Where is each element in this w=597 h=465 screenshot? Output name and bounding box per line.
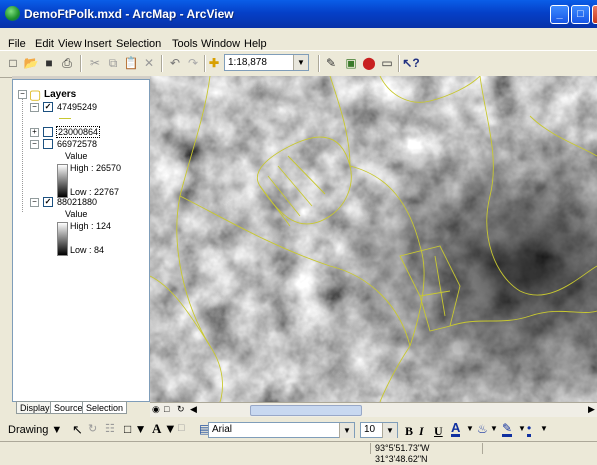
menu-file[interactable]: File: [8, 38, 26, 50]
color-ramp: [57, 164, 68, 198]
chevron-down-icon[interactable]: ▼: [339, 423, 354, 438]
undo-icon[interactable]: ↶: [166, 54, 184, 72]
editor-icon[interactable]: ✎: [322, 54, 340, 72]
data-view-icon[interactable]: ◉: [152, 404, 160, 415]
status-panel: [482, 443, 597, 454]
chevron-down-icon[interactable]: ▼: [382, 423, 397, 438]
font-name-value: Arial: [212, 424, 233, 435]
new-icon[interactable]: □: [4, 54, 22, 72]
map-horizontal-scrollbar[interactable]: ◉ □ ↻ ◀ ▶: [150, 402, 597, 417]
whats-this-icon[interactable]: ↖?: [402, 54, 420, 72]
legend-low-label: Low : 84: [70, 245, 105, 255]
font-size-value: 10: [364, 424, 376, 435]
select-elements-icon[interactable]: ↖: [72, 422, 83, 438]
layer-name-66972578[interactable]: 66972578: [57, 139, 97, 149]
drawing-label: Drawing: [8, 424, 49, 436]
callout-icon[interactable]: □: [178, 422, 185, 434]
menu-selection[interactable]: Selection: [116, 38, 161, 50]
cut-icon[interactable]: ✂: [86, 54, 104, 72]
layer-name-88021880[interactable]: 88021880: [57, 197, 97, 207]
open-icon[interactable]: 📂: [22, 54, 40, 72]
map-display[interactable]: [150, 76, 597, 402]
fill-color-icon[interactable]: ♨: [477, 422, 488, 436]
font-name-combo[interactable]: Arial ▼: [208, 422, 355, 438]
print-icon[interactable]: ⎙: [58, 54, 76, 72]
chevron-down-icon[interactable]: ▼: [293, 55, 308, 70]
arcmap-app-icon: [5, 6, 20, 21]
collapse-icon[interactable]: −: [30, 140, 39, 149]
legend-low-label: Low : 22767: [70, 187, 120, 197]
layer-name-23000864[interactable]: 23000864: [55, 126, 101, 138]
color-ramp: [57, 222, 68, 256]
chevron-down-icon[interactable]: ▼: [466, 424, 474, 433]
table-of-contents: − ▢ Layers − ✓ 47495249 + 23000864 − 669…: [12, 79, 150, 402]
underline-button[interactable]: U: [434, 424, 443, 439]
layer-checkbox-47495249[interactable]: ✓: [43, 102, 53, 112]
font-size-combo[interactable]: 10 ▼: [360, 422, 398, 438]
new-text-icon[interactable]: A ▼: [152, 421, 177, 437]
menu-help[interactable]: Help: [244, 38, 267, 50]
drawing-menu-button[interactable]: Drawing ▼: [8, 424, 62, 436]
status-bar: 93°5'51.73"W 31°3'48.62"N: [0, 441, 597, 464]
tab-display[interactable]: Display: [16, 401, 54, 414]
minimize-button[interactable]: _: [550, 5, 569, 24]
title-bar[interactable]: DemoFtPolk.mxd - ArcMap - ArcView _ □ X: [0, 0, 597, 28]
layers-folder-icon: ▢: [29, 87, 42, 102]
window-title: DemoFtPolk.mxd - ArcMap - ArcView: [24, 7, 234, 21]
status-message: [0, 443, 370, 454]
layer-checkbox-23000864[interactable]: [43, 127, 53, 137]
collapse-icon[interactable]: −: [30, 103, 39, 112]
chevron-down-icon[interactable]: ▼: [490, 424, 498, 433]
legend-high-label: High : 124: [70, 221, 112, 231]
legend-value-label: Value: [65, 151, 88, 161]
line-symbol: [59, 118, 71, 119]
bold-button[interactable]: B: [405, 424, 413, 439]
maximize-button[interactable]: □: [571, 5, 590, 24]
chevron-down-icon[interactable]: ▼: [540, 424, 548, 433]
italic-button[interactable]: I: [419, 424, 424, 439]
collapse-icon[interactable]: −: [18, 90, 27, 99]
copy-icon[interactable]: ⧉: [104, 54, 122, 72]
scroll-right-icon[interactable]: ▶: [588, 404, 595, 415]
layout-view-icon[interactable]: □: [164, 404, 169, 414]
layer-checkbox-66972578[interactable]: [43, 139, 53, 149]
font-color-icon[interactable]: A: [451, 421, 461, 437]
delete-icon[interactable]: ✕: [140, 54, 158, 72]
layer-name-47495249[interactable]: 47495249: [57, 102, 97, 112]
layer-checkbox-88021880[interactable]: ✓: [43, 197, 53, 207]
menu-tools[interactable]: Tools: [172, 38, 198, 50]
menu-insert[interactable]: Insert: [84, 38, 112, 50]
expand-icon[interactable]: +: [30, 128, 39, 137]
legend-value-label: Value: [65, 209, 88, 219]
menu-edit[interactable]: Edit: [35, 38, 54, 50]
scroll-left-icon[interactable]: ◀: [190, 404, 197, 415]
close-button[interactable]: X: [592, 5, 597, 24]
arctoolbox-icon[interactable]: ▣: [342, 54, 360, 72]
map-scale-combo[interactable]: 1:18,878 ▼: [224, 54, 309, 71]
redo-icon[interactable]: ↷: [184, 54, 202, 72]
legend-high-label: High : 26570: [70, 163, 122, 173]
menu-window[interactable]: Window: [201, 38, 240, 50]
marker-color-icon[interactable]: •: [527, 422, 532, 437]
line-color-icon[interactable]: ✎: [502, 422, 513, 437]
scroll-thumb[interactable]: [250, 405, 362, 416]
rectangle-icon[interactable]: □ ▼: [124, 422, 146, 436]
rotate-icon[interactable]: ↻: [88, 422, 97, 435]
raster-map: [150, 76, 597, 402]
menu-bar: File Edit View Insert Selection Tools Wi…: [0, 28, 597, 50]
save-icon[interactable]: ■: [40, 54, 58, 72]
paste-icon[interactable]: 📋: [122, 54, 140, 72]
collapse-icon[interactable]: −: [30, 198, 39, 207]
command-line-icon[interactable]: ▭: [378, 54, 396, 72]
zoom-whole-page-icon[interactable]: ☷: [105, 422, 115, 435]
tab-selection[interactable]: Selection: [82, 401, 128, 414]
chevron-down-icon[interactable]: ▼: [518, 424, 526, 433]
menu-view[interactable]: View: [58, 38, 82, 50]
add-data-icon[interactable]: ✚: [205, 54, 223, 72]
model-icon[interactable]: ⬤: [360, 54, 378, 72]
data-frame-layers[interactable]: Layers: [44, 89, 76, 100]
cursor-coordinates: 93°5'51.73"W 31°3'48.62"N: [370, 443, 482, 464]
map-scale-value: 1:18,878: [228, 57, 267, 68]
refresh-icon[interactable]: ↻: [177, 404, 185, 415]
